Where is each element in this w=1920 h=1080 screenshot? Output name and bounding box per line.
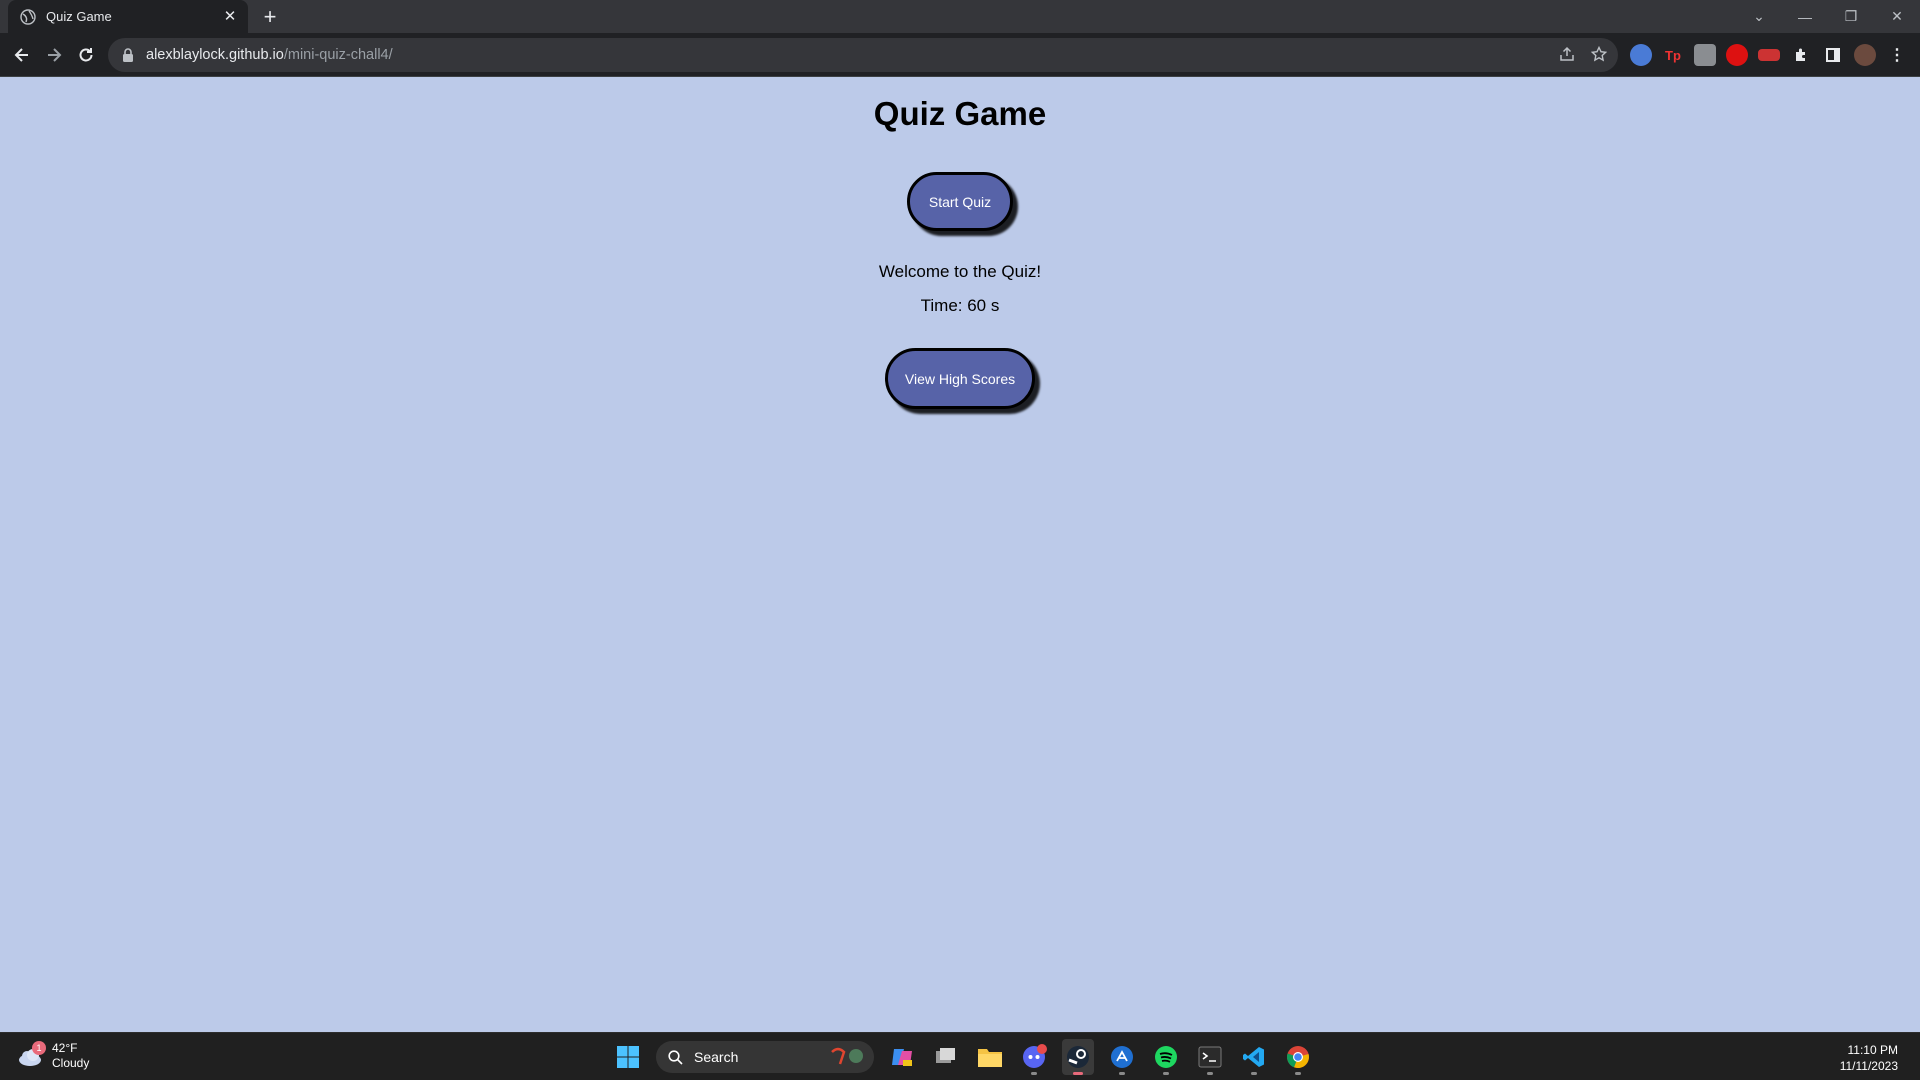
task-view-icon[interactable] [930, 1039, 962, 1075]
browser-toolbar: alexblaylock.github.io/mini-quiz-chall4/… [0, 33, 1920, 77]
restore-icon[interactable]: ❐ [1828, 0, 1874, 33]
clock-time: 11:10 PM [1847, 1043, 1898, 1057]
chrome-menu-icon[interactable]: ⋮ [1886, 44, 1908, 66]
search-icon [668, 1049, 684, 1065]
search-highlight-icon [828, 1046, 866, 1069]
reload-icon[interactable] [73, 42, 99, 68]
page-title: Quiz Game [873, 95, 1047, 132]
steam-icon[interactable] [1062, 1039, 1094, 1075]
url-host: alexblaylock.github.io [146, 47, 284, 63]
clock-date: 11/11/2023 [1839, 1059, 1898, 1073]
cloud-icon: 1 [16, 1041, 46, 1069]
vscode-icon[interactable] [1238, 1039, 1270, 1075]
address-bar[interactable]: alexblaylock.github.io/mini-quiz-chall4/ [108, 38, 1618, 72]
browser-tab-bar: Quiz Game ✕ + ⌄ — ❐ ✕ [0, 0, 1920, 33]
weather-widget[interactable]: 1 42°F Cloudy [16, 1041, 89, 1071]
chrome-icon[interactable] [1282, 1039, 1314, 1075]
discord-icon[interactable] [1018, 1039, 1050, 1075]
video-extension-icon[interactable] [1758, 49, 1780, 61]
file-explorer-icon[interactable] [974, 1039, 1006, 1075]
browser-tab[interactable]: Quiz Game ✕ [8, 0, 248, 33]
lock-icon [122, 48, 136, 62]
url-path: /mini-quiz-chall4/ [283, 47, 393, 63]
taskbar-apps: Search [612, 1039, 1314, 1075]
back-arrow-icon[interactable] [9, 42, 35, 68]
tab-title: Quiz Game [46, 9, 112, 24]
weather-notification-badge: 1 [32, 1041, 46, 1055]
weather-desc: Cloudy [52, 1056, 90, 1070]
profile-avatar[interactable] [1854, 44, 1876, 66]
puzzle-extensions-icon[interactable] [1790, 44, 1812, 66]
adblock-icon[interactable] [1726, 44, 1748, 66]
extensions-area: Tp ⋮ [1630, 44, 1908, 66]
new-tab-button[interactable]: + [258, 5, 282, 29]
timer-text: Time: 60 s [920, 296, 1000, 315]
start-quiz-button[interactable]: Start Quiz [907, 172, 1013, 231]
view-high-scores-button[interactable]: View High Scores [885, 348, 1035, 409]
system-clock[interactable]: 11:10 PM 11/11/2023 [1840, 1042, 1898, 1074]
terminal-icon[interactable] [1194, 1039, 1226, 1075]
share-icon[interactable] [1558, 45, 1576, 63]
google-lens-icon[interactable] [1630, 44, 1652, 66]
side-panel-icon[interactable] [1822, 44, 1844, 66]
tab-search-icon[interactable]: ⌄ [1736, 0, 1782, 33]
globe-icon [20, 8, 36, 25]
weather-temp: 42°F [52, 1041, 78, 1055]
close-tab-icon[interactable]: ✕ [222, 8, 238, 25]
copilot-icon[interactable] [886, 1039, 918, 1075]
close-window-icon[interactable]: ✕ [1874, 0, 1920, 33]
minimize-icon[interactable]: — [1782, 0, 1828, 33]
spotify-icon[interactable] [1150, 1039, 1182, 1075]
windows-taskbar: 1 42°F Cloudy Search 11:10 PM 11/11/2023 [0, 1032, 1920, 1080]
search-label: Search [694, 1049, 739, 1065]
window-controls: ⌄ — ❐ ✕ [1736, 0, 1920, 33]
extension-box-icon[interactable] [1694, 44, 1716, 66]
welcome-text: Welcome to the Quiz! [878, 262, 1042, 281]
quiz-page: Quiz Game Start Quiz Welcome to the Quiz… [0, 77, 1920, 1032]
bookmark-star-icon[interactable] [1590, 45, 1608, 63]
windows-start-icon[interactable] [612, 1041, 644, 1073]
tp-extension-icon[interactable]: Tp [1662, 44, 1684, 66]
app-store-icon[interactable] [1106, 1039, 1138, 1075]
forward-arrow-icon[interactable] [41, 42, 67, 68]
taskbar-search[interactable]: Search [656, 1041, 874, 1073]
